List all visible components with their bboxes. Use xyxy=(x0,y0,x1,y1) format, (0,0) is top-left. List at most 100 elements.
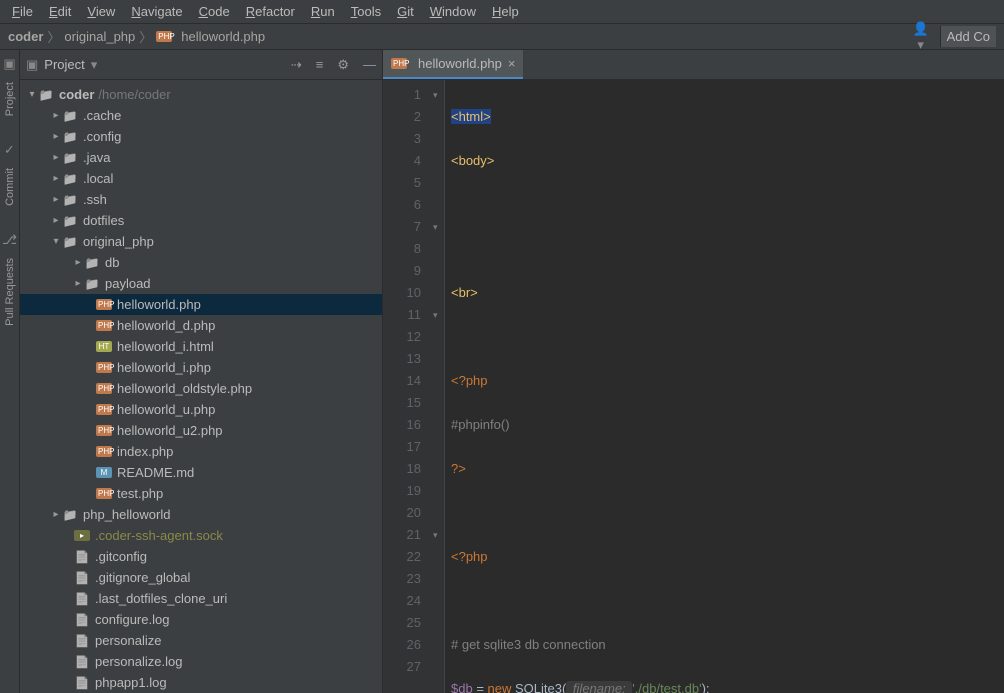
folder-icon xyxy=(62,508,78,522)
breadcrumb-folder[interactable]: original_php xyxy=(64,29,135,44)
chevron-right-icon: 〉 xyxy=(47,27,60,46)
text-file-icon xyxy=(74,571,90,585)
code-editor[interactable]: 1234567891011121314151617181920212223242… xyxy=(383,80,1004,693)
pr-tool-label[interactable]: Pull Requests xyxy=(2,248,18,336)
fold-column[interactable]: ▾ ▾ ▾ ▾ xyxy=(431,80,445,693)
chevron-right-icon[interactable]: ▸ xyxy=(50,110,62,121)
chevron-right-icon[interactable]: ▸ xyxy=(50,152,62,163)
tree-folder[interactable]: ▸ db xyxy=(20,252,382,273)
line-number: 8 xyxy=(383,238,421,260)
tree-folder-php-helloworld[interactable]: ▸ php_helloworld xyxy=(20,504,382,525)
file-label: .gitconfig xyxy=(95,549,147,564)
menu-run[interactable]: Run xyxy=(303,2,343,21)
breadcrumb-file[interactable]: helloworld.php xyxy=(181,29,265,44)
menu-tools[interactable]: Tools xyxy=(343,2,389,21)
tree-file-socket[interactable]: .coder-ssh-agent.sock xyxy=(20,525,382,546)
menu-file[interactable]: File xyxy=(4,2,41,21)
sidebar-title[interactable]: Project xyxy=(44,57,84,72)
menu-git[interactable]: Git xyxy=(389,2,422,21)
tree-folder[interactable]: ▸ payload xyxy=(20,273,382,294)
menu-window[interactable]: Window xyxy=(422,2,484,21)
tree-file[interactable]: phpapp1.log xyxy=(20,672,382,693)
tree-file[interactable]: .gitignore_global xyxy=(20,567,382,588)
tree-file[interactable]: index.php xyxy=(20,441,382,462)
tree-file[interactable]: helloworld.php xyxy=(20,294,382,315)
folder-label: php_helloworld xyxy=(83,507,170,522)
tree-file[interactable]: test.php xyxy=(20,483,382,504)
tree-folder[interactable]: ▸ .local xyxy=(20,168,382,189)
tree-file[interactable]: helloworld_u2.php xyxy=(20,420,382,441)
code-token: < xyxy=(451,153,459,168)
menu-navigate[interactable]: Navigate xyxy=(123,2,190,21)
tree-folder[interactable]: ▸ .java xyxy=(20,147,382,168)
fold-icon[interactable]: ▾ xyxy=(433,84,438,106)
pr-tool-icon[interactable]: ⎇ xyxy=(2,226,17,248)
chevron-right-icon[interactable]: ▸ xyxy=(50,509,62,520)
menu-refactor[interactable]: Refactor xyxy=(238,2,303,21)
folder-icon xyxy=(38,88,54,102)
tree-file[interactable]: helloworld_d.php xyxy=(20,315,382,336)
tree-file[interactable]: personalize.log xyxy=(20,651,382,672)
user-icon[interactable]: 👤▾ xyxy=(910,21,932,53)
code-body[interactable]: <html> <body> <br> <?php #phpinfo() ?> <… xyxy=(445,80,1004,693)
chevron-down-icon[interactable]: ▾ xyxy=(26,89,38,100)
tree-root[interactable]: ▾ coder /home/coder xyxy=(20,84,382,105)
project-tool-label[interactable]: Project xyxy=(2,72,18,126)
line-number: 25 xyxy=(383,612,421,634)
chevron-right-icon[interactable]: ▸ xyxy=(72,257,84,268)
tree-file[interactable]: .last_dotfiles_clone_uri xyxy=(20,588,382,609)
editor-tab-active[interactable]: helloworld.php × xyxy=(383,50,523,79)
tree-file[interactable]: README.md xyxy=(20,462,382,483)
menu-code[interactable]: Code xyxy=(191,2,238,21)
chevron-right-icon[interactable]: ▸ xyxy=(72,278,84,289)
line-number: 20 xyxy=(383,502,421,524)
file-label: index.php xyxy=(117,444,173,459)
tree-file[interactable]: configure.log xyxy=(20,609,382,630)
chevron-right-icon[interactable]: ▸ xyxy=(50,173,62,184)
tree-file[interactable]: helloworld_i.html xyxy=(20,336,382,357)
project-tree[interactable]: ▾ coder /home/coder ▸ .cache ▸ .config ▸… xyxy=(20,80,382,693)
folder-label: .local xyxy=(83,171,113,186)
menu-edit[interactable]: Edit xyxy=(41,2,79,21)
menu-view[interactable]: View xyxy=(79,2,123,21)
php-file-icon xyxy=(391,58,407,69)
hide-icon[interactable]: — xyxy=(363,57,376,73)
chevron-right-icon[interactable]: ▸ xyxy=(50,131,62,142)
expand-all-icon[interactable]: ≡ xyxy=(316,57,324,73)
text-file-icon xyxy=(74,655,90,669)
file-label: helloworld_d.php xyxy=(117,318,215,333)
fold-icon[interactable]: ▾ xyxy=(433,304,438,326)
breadcrumb-root[interactable]: coder xyxy=(8,29,43,44)
line-number: 27 xyxy=(383,656,421,678)
tree-folder[interactable]: ▸ .ssh xyxy=(20,189,382,210)
tree-folder[interactable]: ▸ .cache xyxy=(20,105,382,126)
tree-folder[interactable]: ▸ .config xyxy=(20,126,382,147)
close-icon[interactable]: × xyxy=(508,56,516,71)
fold-icon[interactable]: ▾ xyxy=(433,524,438,546)
commit-tool-icon[interactable]: ✓ xyxy=(4,136,15,158)
tree-file[interactable]: .gitconfig xyxy=(20,546,382,567)
code-token: # get sqlite3 db connection xyxy=(451,637,606,652)
project-tool-icon[interactable]: ▣ xyxy=(3,50,15,72)
tree-file[interactable]: personalize xyxy=(20,630,382,651)
tree-file[interactable]: helloworld_u.php xyxy=(20,399,382,420)
editor-panel: helloworld.php × 12345678910111213141516… xyxy=(383,50,1004,693)
file-label: .gitignore_global xyxy=(95,570,190,585)
tree-folder-original-php[interactable]: ▾ original_php xyxy=(20,231,382,252)
select-opened-file-icon[interactable]: ⇢ xyxy=(291,57,302,73)
fold-icon[interactable]: ▾ xyxy=(433,216,438,238)
settings-gear-icon[interactable]: ⚙ xyxy=(337,57,349,73)
commit-tool-label[interactable]: Commit xyxy=(2,158,18,216)
add-config-button[interactable]: Add Co xyxy=(940,26,996,47)
chevron-right-icon[interactable]: ▸ xyxy=(50,215,62,226)
view-mode-dropdown-icon[interactable]: ▾ xyxy=(91,57,98,73)
tree-folder[interactable]: ▸ dotfiles xyxy=(20,210,382,231)
chevron-down-icon[interactable]: ▾ xyxy=(50,236,62,247)
line-number: 23 xyxy=(383,568,421,590)
project-view-icon[interactable]: ▣ xyxy=(26,57,38,73)
chevron-right-icon[interactable]: ▸ xyxy=(50,194,62,205)
menu-help[interactable]: Help xyxy=(484,2,527,21)
tree-file[interactable]: helloworld_i.php xyxy=(20,357,382,378)
php-file-icon xyxy=(96,320,112,331)
tree-file[interactable]: helloworld_oldstyle.php xyxy=(20,378,382,399)
